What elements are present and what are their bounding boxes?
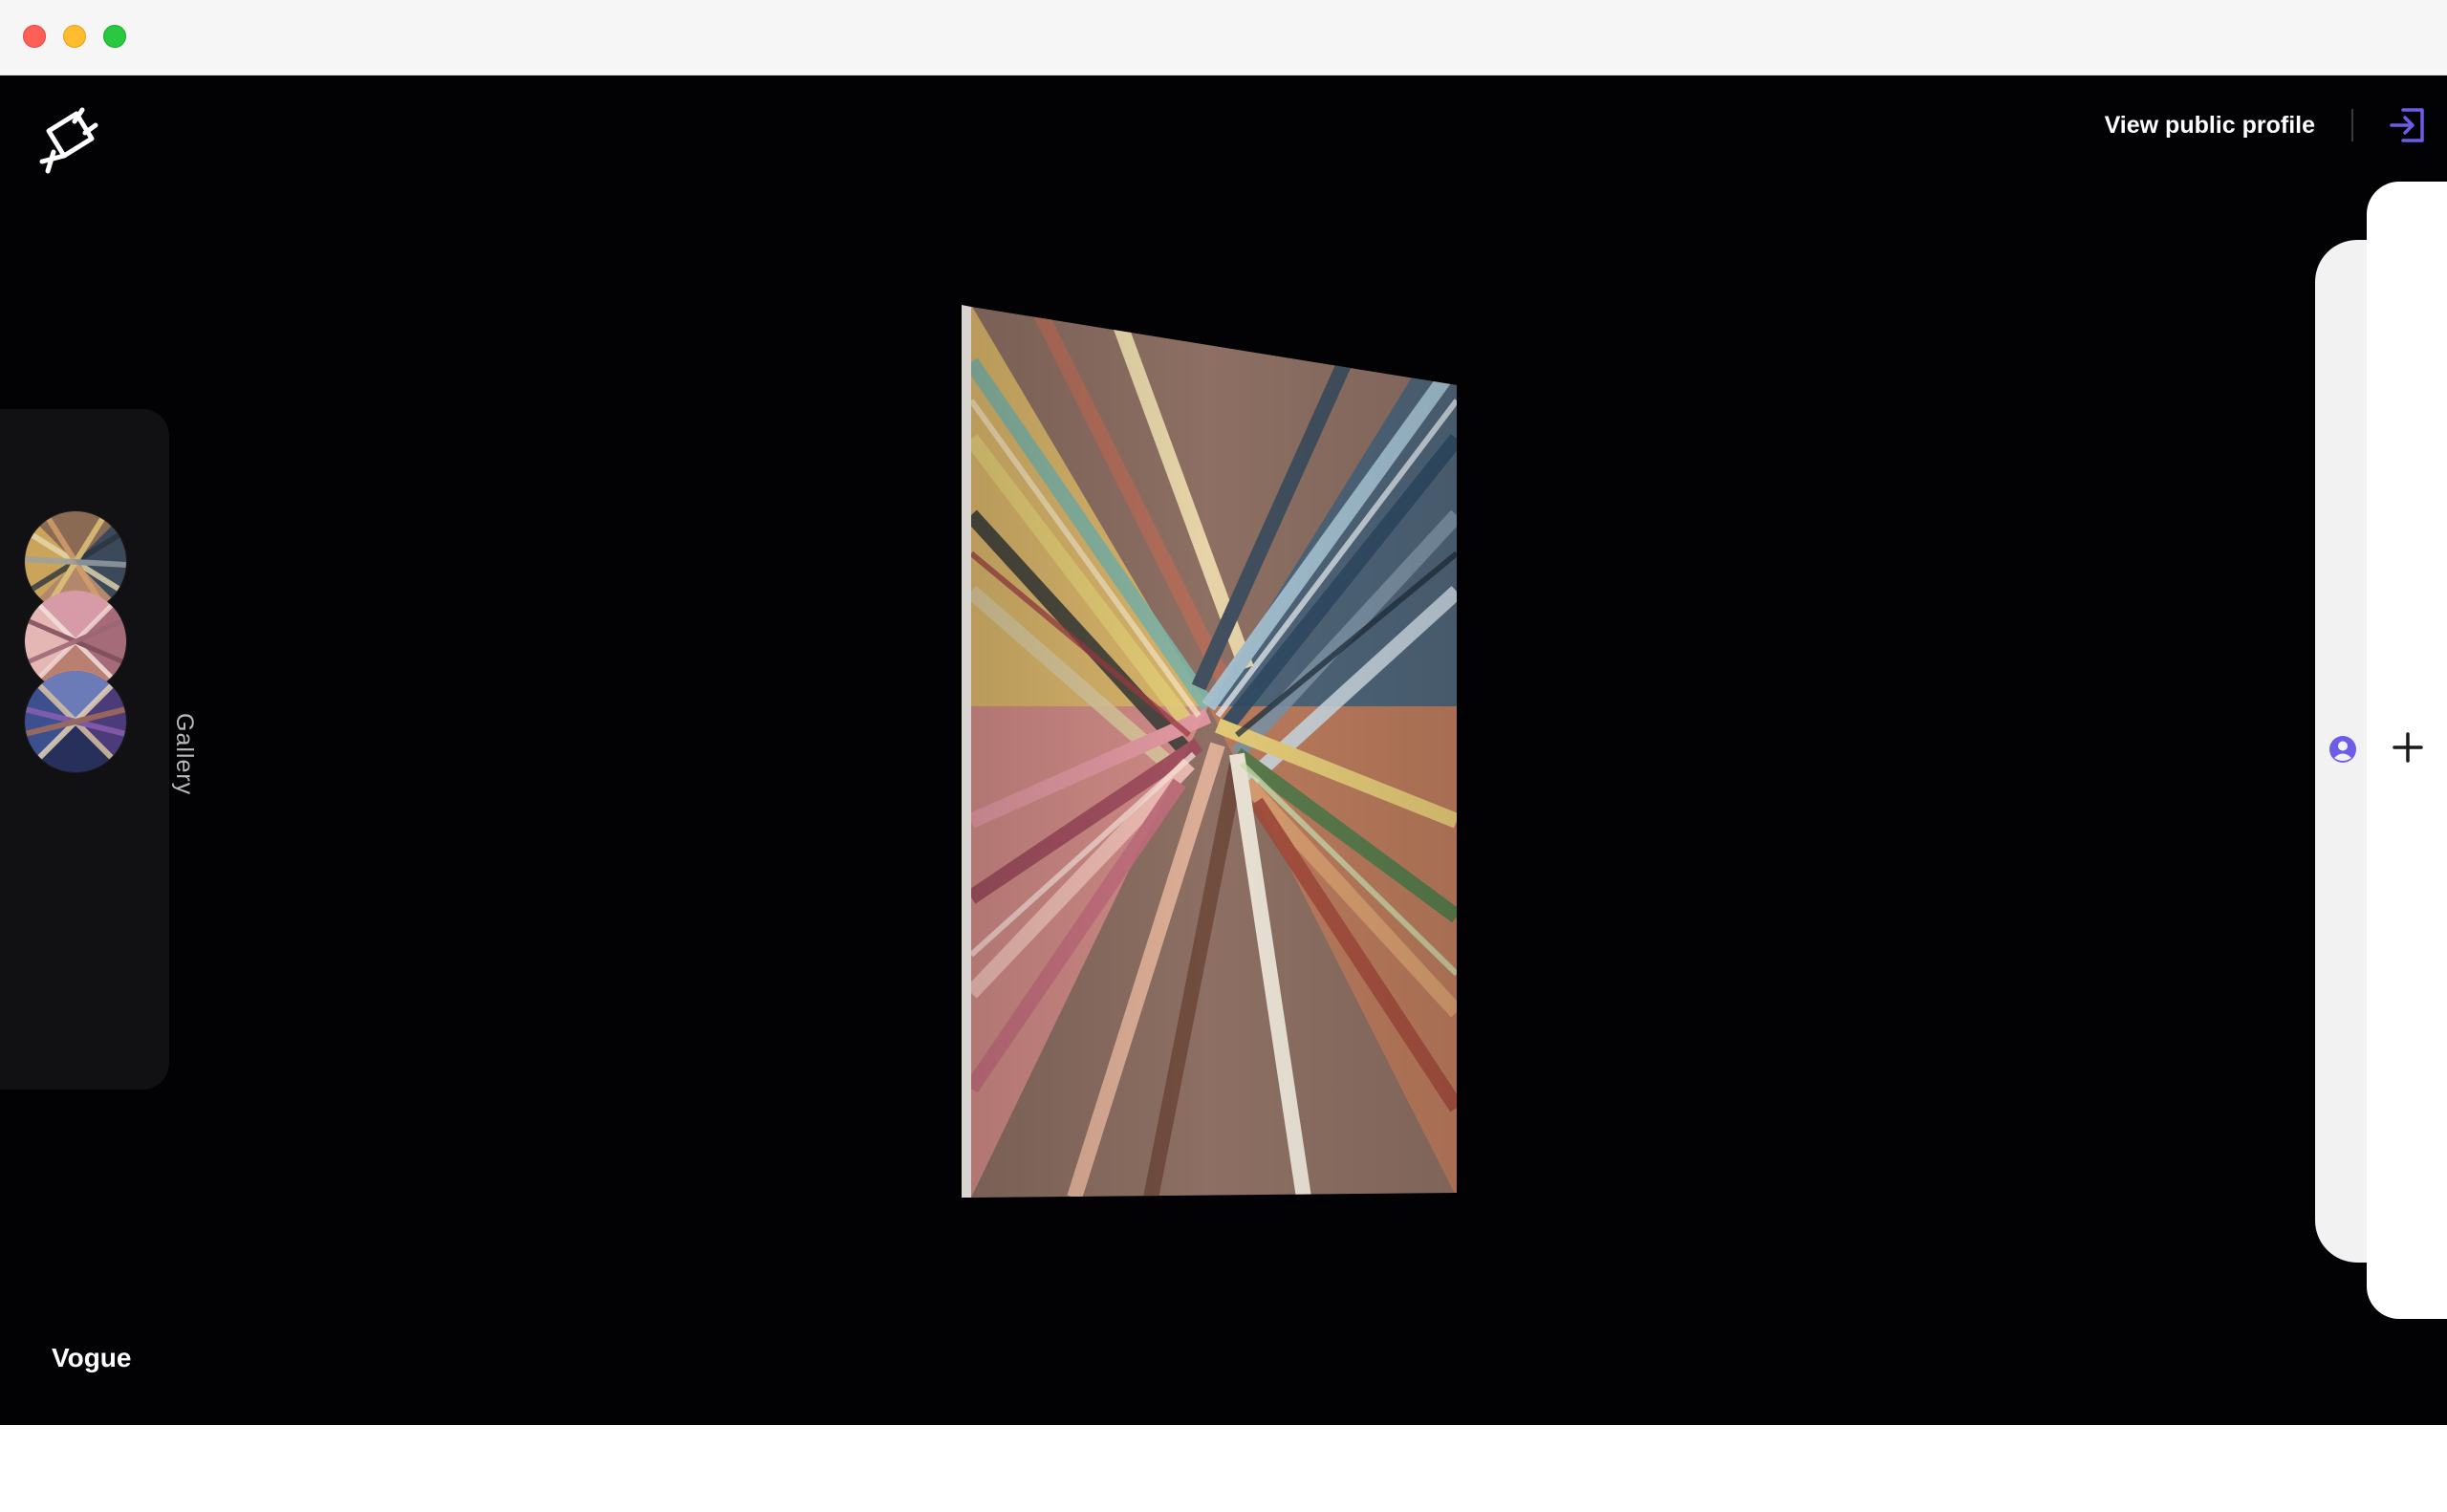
plug-icon[interactable] <box>32 102 105 175</box>
artwork-viewer: View public profile Gallery Vogue <box>0 76 2447 1425</box>
gallery-thumbnail-3[interactable] <box>25 671 126 772</box>
header-actions: View public profile <box>2105 102 2428 148</box>
collage-artwork[interactable] <box>960 305 1457 1198</box>
gallery-tab[interactable]: Gallery <box>170 713 198 795</box>
sign-out-icon[interactable] <box>2388 105 2428 145</box>
minimize-window-button[interactable] <box>63 25 86 48</box>
header-divider <box>2351 109 2353 141</box>
plus-icon[interactable] <box>2390 729 2426 766</box>
close-window-button[interactable] <box>23 25 46 48</box>
zoom-window-button[interactable] <box>103 25 126 48</box>
gallery-panel <box>0 409 169 1090</box>
window-titlebar <box>0 0 2447 76</box>
artwork-title: Vogue <box>52 1343 132 1372</box>
user-circle-icon[interactable] <box>2328 735 2357 764</box>
view-public-profile-link[interactable]: View public profile <box>2105 112 2315 140</box>
